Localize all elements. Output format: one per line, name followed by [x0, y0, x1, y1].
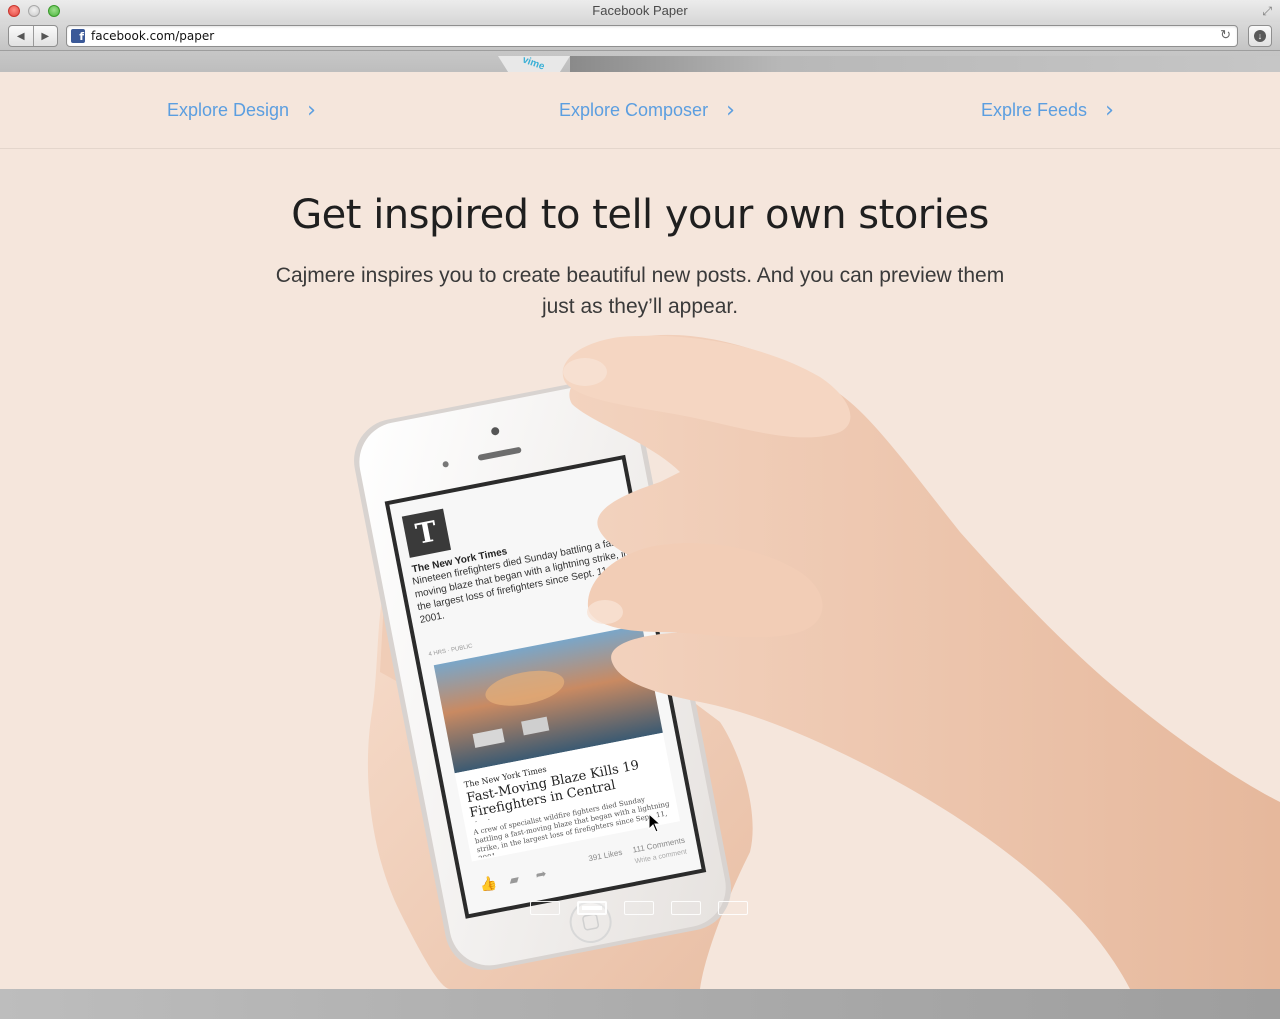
url-text[interactable]: facebook.com/paper — [91, 29, 214, 43]
page-content: Explore Design › Explore Composer › Expl… — [0, 72, 1280, 989]
browser-toolbar: ◀ ▶ f facebook.com/paper ↻ ↓ — [0, 22, 1280, 50]
chevron-right-icon: › — [307, 98, 316, 123]
back-button[interactable]: ◀ — [9, 26, 34, 46]
explore-design-link[interactable]: Explore Design › — [167, 98, 316, 123]
pager-dot-4[interactable] — [671, 901, 701, 915]
fullscreen-icon[interactable]: ⤢ — [1262, 4, 1272, 19]
forward-button[interactable]: ▶ — [34, 26, 58, 46]
pager-dot-5[interactable] — [718, 901, 748, 915]
chevron-right-icon: › — [1105, 98, 1114, 123]
facebook-favicon-icon: f — [71, 29, 85, 43]
pager-dot-3[interactable] — [624, 901, 654, 915]
back-icon: ◀ — [16, 30, 25, 42]
hands-phone-illustration: T The New York Times Nineteen firefighte… — [354, 334, 1280, 989]
reload-icon[interactable]: ↻ — [1220, 27, 1231, 43]
explore-feeds-link[interactable]: Explre Feeds › — [981, 98, 1114, 123]
explore-design-label: Explore Design — [167, 100, 290, 120]
address-bar[interactable]: f facebook.com/paper ↻ — [66, 25, 1238, 47]
hero-subtitle: Cajmere inspires you to create beautiful… — [275, 264, 1005, 318]
pager-dot-1[interactable] — [530, 901, 560, 915]
download-icon: ↓ — [1254, 30, 1266, 42]
mouse-cursor-icon — [648, 813, 662, 833]
bottom-bar — [0, 989, 1280, 1019]
forward-icon: ▶ — [41, 30, 50, 42]
section-nav: Explore Design › Explore Composer › Expl… — [0, 72, 1280, 149]
explore-feeds-label: Explre Feeds — [981, 100, 1088, 120]
chevron-right-icon: › — [726, 98, 735, 123]
carousel-pager — [530, 901, 748, 915]
tab-strip-shade — [570, 56, 1280, 72]
explore-composer-label: Explore Composer — [559, 100, 709, 120]
history-nav: ◀ ▶ — [8, 25, 58, 47]
downloads-button[interactable]: ↓ — [1248, 25, 1272, 47]
pager-dot-2[interactable] — [577, 901, 607, 915]
hero-title: Get inspired to tell your own stories — [291, 192, 989, 238]
window-title: Facebook Paper — [592, 3, 688, 18]
explore-composer-link[interactable]: Explore Composer › — [559, 98, 735, 123]
title-bar: Facebook Paper ⤢ — [0, 0, 1280, 22]
